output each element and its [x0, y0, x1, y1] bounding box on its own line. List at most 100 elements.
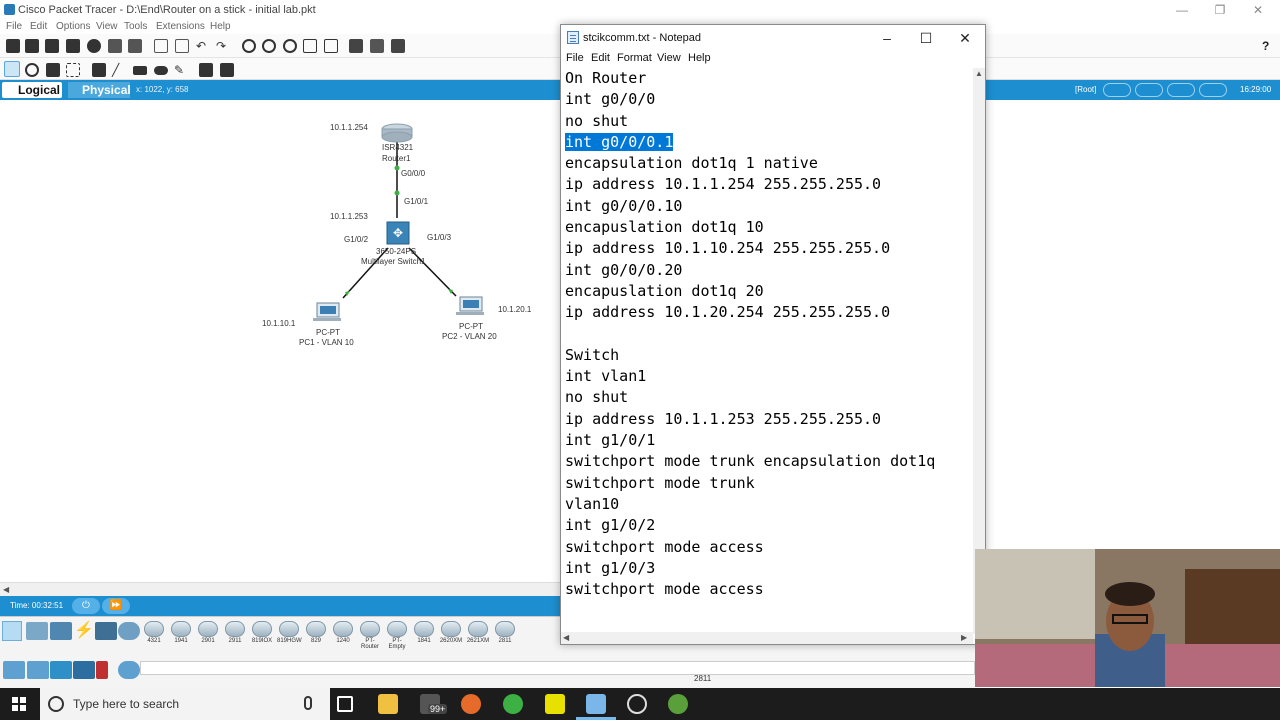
device-model-2620xm[interactable]: 2620XM	[439, 621, 463, 647]
task-view-icon[interactable]	[337, 696, 353, 712]
device-model-2811[interactable]: 2811	[493, 621, 517, 647]
print-icon[interactable]	[66, 39, 80, 53]
scroll-left-icon[interactable]: ◀	[563, 633, 569, 642]
device-model-4321[interactable]: 4321	[142, 621, 166, 647]
router-icon[interactable]	[381, 123, 413, 143]
end-devices-category[interactable]	[26, 622, 48, 640]
new-icon[interactable]	[6, 39, 20, 53]
security-subcategory[interactable]	[96, 661, 108, 679]
workspace-icon[interactable]	[391, 39, 405, 53]
menu-edit[interactable]: Edit	[30, 21, 47, 32]
save-icon[interactable]	[45, 39, 59, 53]
draw-line-icon[interactable]: ╱	[112, 63, 126, 77]
device-model-829[interactable]: 829	[304, 621, 328, 647]
draw-ellipse-icon[interactable]	[154, 66, 168, 75]
notepad-menu-edit[interactable]: Edit	[591, 52, 610, 64]
device-model-2621xm[interactable]: 2621XM	[466, 621, 490, 647]
fast-forward-button[interactable]: ⏩	[102, 598, 130, 614]
menu-extensions[interactable]: Extensions	[156, 21, 205, 32]
multilayer-switch-icon[interactable]: ✥	[386, 221, 410, 245]
inspect-icon[interactable]	[25, 63, 39, 77]
drawing-palette-icon[interactable]	[303, 39, 317, 53]
menu-options[interactable]: Options	[56, 21, 90, 32]
add-pdu-icon[interactable]	[199, 63, 213, 77]
notepad-maximize-icon[interactable]: ☐	[906, 25, 946, 51]
device-model-819iox[interactable]: 819IOX	[250, 621, 274, 647]
file-explorer-icon[interactable]	[378, 694, 398, 714]
routers-subcategory[interactable]	[3, 661, 25, 679]
hubs-subcategory[interactable]	[50, 661, 72, 679]
microphone-icon[interactable]	[304, 696, 312, 710]
notepad-menu-format[interactable]: Format	[617, 52, 652, 64]
misc-category[interactable]	[95, 622, 117, 640]
notepad-minimize-icon[interactable]: –	[867, 25, 907, 51]
packet-tracer-taskbar-icon[interactable]	[668, 694, 688, 714]
obs-icon[interactable]	[627, 694, 647, 714]
undo-icon[interactable]: ↶	[196, 39, 210, 53]
note-icon[interactable]	[92, 63, 106, 77]
scroll-up-icon[interactable]: ▲	[975, 69, 983, 78]
complex-pdu-icon[interactable]	[220, 63, 234, 77]
wireless-subcategory[interactable]	[73, 661, 95, 679]
menu-help[interactable]: Help	[210, 21, 231, 32]
notepad-horizontal-scrollbar[interactable]: ◀ ▶	[561, 632, 973, 644]
wizard-icon[interactable]	[108, 39, 122, 53]
logical-tab[interactable]: Logical	[2, 82, 62, 98]
menu-tools[interactable]: Tools	[124, 21, 147, 32]
pc2-icon[interactable]	[456, 296, 484, 315]
multiuser-category[interactable]	[118, 622, 140, 640]
redo-icon[interactable]: ↷	[216, 39, 230, 53]
zoom-reset-icon[interactable]	[262, 39, 276, 53]
connections-icon[interactable]: ⚡	[73, 622, 95, 640]
select-icon[interactable]	[4, 61, 20, 77]
utorrent-icon[interactable]	[503, 694, 523, 714]
notepad-menu-file[interactable]: File	[566, 52, 584, 64]
help-question-icon[interactable]: ?	[1262, 39, 1276, 53]
notepad-menu-help[interactable]: Help	[688, 52, 711, 64]
network-info-icon[interactable]	[128, 39, 142, 53]
resize-icon[interactable]	[66, 63, 80, 77]
cluster-nav-button[interactable]	[1103, 83, 1131, 97]
wan-emulation-subcategory[interactable]	[118, 661, 140, 679]
taskbar-search-box[interactable]: Type here to search	[40, 688, 330, 720]
scroll-left-icon[interactable]: ◀	[3, 585, 9, 594]
info-icon[interactable]	[87, 39, 101, 53]
viewport-icon[interactable]	[370, 39, 384, 53]
sticky-notes-icon[interactable]	[545, 694, 565, 714]
power-cycle-button[interactable]: ⏻	[72, 598, 100, 614]
network-devices-category[interactable]	[2, 621, 22, 641]
notepad-text-area[interactable]: On Router int g0/0/0 no shut int g0/0/0.1 en…	[565, 68, 973, 634]
device-model-1240[interactable]: 1240	[331, 621, 355, 647]
components-category[interactable]	[50, 622, 72, 640]
device-model-2911[interactable]: 2911	[223, 621, 247, 647]
zoom-out-icon[interactable]	[283, 39, 297, 53]
device-model-2901[interactable]: 2901	[196, 621, 220, 647]
custom-devices-icon[interactable]	[324, 39, 338, 53]
open-icon[interactable]	[25, 39, 39, 53]
switches-subcategory[interactable]	[27, 661, 49, 679]
notepad-close-icon[interactable]: ✕	[945, 25, 985, 51]
device-model-1841[interactable]: 1841	[412, 621, 436, 647]
set-background-button[interactable]	[1199, 83, 1227, 97]
delete-icon[interactable]	[46, 63, 60, 77]
firefox-icon[interactable]	[461, 694, 481, 714]
notepad-menu-view[interactable]: View	[657, 52, 681, 64]
pc1-icon[interactable]	[313, 302, 341, 321]
zoom-in-icon[interactable]	[242, 39, 256, 53]
freeform-icon[interactable]: ✎	[174, 63, 188, 77]
device-model-pt-empty[interactable]: PT-Empty	[385, 621, 409, 650]
paste-icon[interactable]	[175, 39, 189, 53]
topology-canvas[interactable]: ✥ 10.1.1.254 ISR4321 Router1 G0/0/0 G1/0…	[0, 100, 560, 582]
menu-view[interactable]: View	[96, 21, 118, 32]
copy-icon[interactable]	[154, 39, 168, 53]
device-model-pt-router[interactable]: PT-Router	[358, 621, 382, 650]
cluster-icon[interactable]	[349, 39, 363, 53]
draw-rect-icon[interactable]	[133, 66, 147, 75]
physical-tab[interactable]: Physical	[68, 82, 131, 98]
minimize-icon[interactable]: —	[1162, 2, 1202, 18]
notepad-taskbar-icon[interactable]	[586, 694, 606, 714]
close-icon[interactable]: ✕	[1238, 2, 1278, 18]
maximize-icon[interactable]: ❐	[1200, 2, 1240, 18]
menu-file[interactable]: File	[6, 21, 22, 32]
windows-start-icon[interactable]	[12, 697, 26, 711]
